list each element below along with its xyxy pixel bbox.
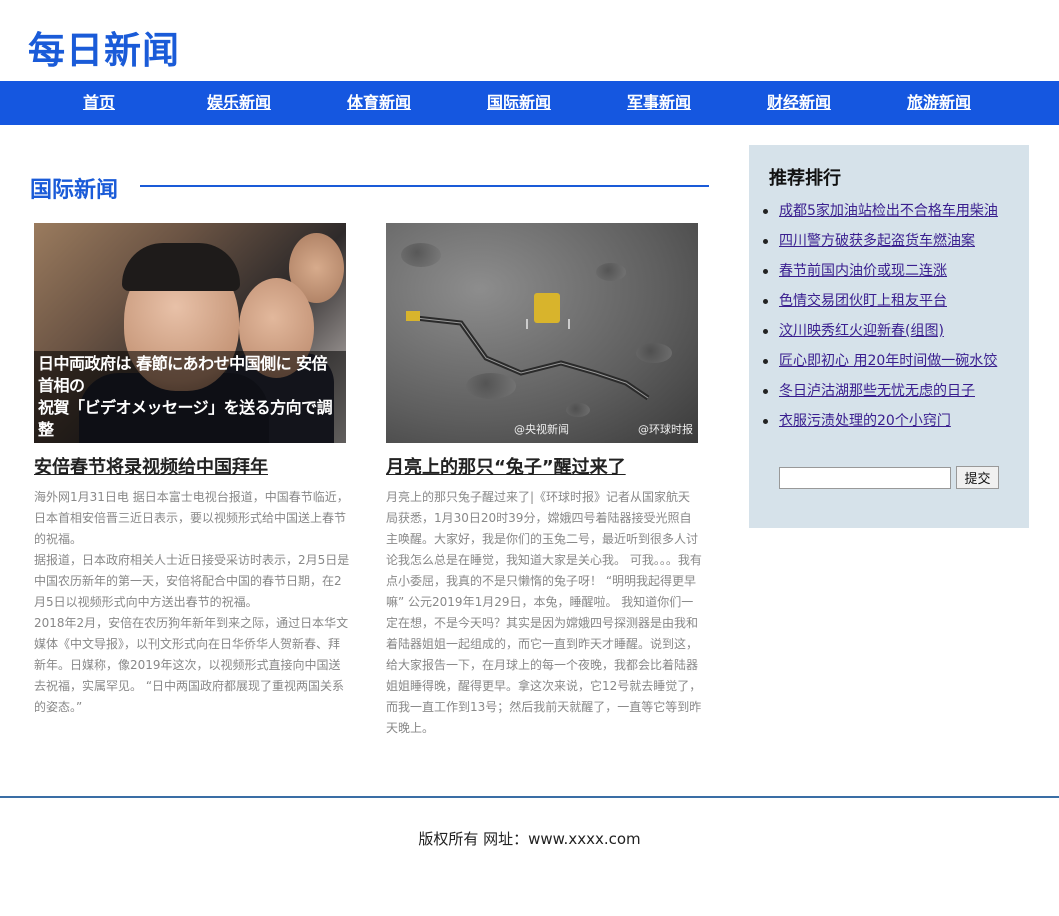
sidebar-title: 推荐排行 [769, 168, 841, 189]
ranking-link[interactable]: 衣服污渍处理的20个小窍门 [779, 413, 951, 429]
article-body: 月亮上的那只兔子醒过来了|《环球时报》记者从国家航天局获悉，1月30日20时39… [386, 487, 702, 739]
rover-icon [406, 311, 420, 321]
article-paragraph: 海外网1月31日电 据日本富士电视台报道，中国春节临近，日本首相安倍晋三近日表示… [34, 490, 349, 546]
article-headline[interactable]: 安倍春节将录视频给中国拜年 [34, 453, 350, 479]
article-image[interactable]: @央视新闻 @环球时报 [386, 223, 698, 443]
nav-item-entertainment[interactable]: 娱乐新闻 [169, 81, 309, 125]
ranking-link[interactable]: 四川警方破获多起盗货车燃油案 [779, 233, 975, 249]
ranking-item: 冬日泸沽湖那些无忧无虑的日子 [761, 381, 1021, 411]
ranking-link[interactable]: 冬日泸沽湖那些无忧无虑的日子 [779, 383, 975, 399]
section-divider [140, 185, 709, 187]
image-watermark: @央视新闻 [514, 423, 569, 436]
ranking-item: 成都5家加油站检出不合格车用柴油 [761, 201, 1021, 231]
footer-divider [0, 796, 1059, 798]
section-title: 国际新闻 [30, 178, 119, 203]
ranking-list: 成都5家加油站检出不合格车用柴油 四川警方破获多起盗货车燃油案 春节前国内油价或… [761, 201, 1021, 441]
rover-track-icon [415, 315, 650, 401]
footer-copyright: 版权所有 网址：www.xxxx.com [418, 830, 641, 848]
image-caption-line: 日中両政府は 春節にあわせ中国側に 安倍首相の [38, 354, 328, 395]
ranking-item: 匠心即初心 用20年时间做一碗水饺 [761, 351, 1021, 381]
image-watermark: @环球时报 [638, 423, 693, 436]
site-title: 每日新闻 [28, 29, 180, 72]
image-caption-line: 祝賀「ビデオメッセージ」を送る方向で調整 [38, 398, 333, 439]
nav-item-military[interactable]: 军事新闻 [589, 81, 729, 125]
search-input[interactable] [779, 467, 951, 489]
article-paragraph: 月亮上的那只兔子醒过来了|《环球时报》记者从国家航天局获悉，1月30日20时39… [386, 490, 702, 735]
article-body: 海外网1月31日电 据日本富士电视台报道，中国春节临近，日本首相安倍晋三近日表示… [34, 487, 350, 718]
main-navbar: 首页 娱乐新闻 体育新闻 国际新闻 军事新闻 财经新闻 旅游新闻 [0, 81, 1059, 125]
nav-item-international[interactable]: 国际新闻 [449, 81, 589, 125]
nav-item-finance[interactable]: 财经新闻 [729, 81, 869, 125]
image-caption: 日中両政府は 春節にあわせ中国側に 安倍首相の 祝賀「ビデオメッセージ」を送る方… [34, 351, 346, 443]
ranking-item: 春节前国内油价或现二连涨 [761, 261, 1021, 291]
lander-icon [534, 293, 560, 323]
ranking-link[interactable]: 成都5家加油站检出不合格车用柴油 [779, 203, 998, 219]
article-headline[interactable]: 月亮上的那只“兔子”醒过来了 [386, 453, 702, 479]
sidebar-ranking: 推荐排行 成都5家加油站检出不合格车用柴油 四川警方破获多起盗货车燃油案 春节前… [749, 145, 1029, 528]
nav-item-sports[interactable]: 体育新闻 [309, 81, 449, 125]
nav-item-home[interactable]: 首页 [29, 81, 169, 125]
article-image[interactable]: 日中両政府は 春節にあわせ中国側に 安倍首相の 祝賀「ビデオメッセージ」を送る方… [34, 223, 346, 443]
submit-button[interactable]: 提交 [956, 466, 999, 489]
ranking-link[interactable]: 汶川映秀红火迎新春(组图) [779, 323, 944, 339]
ranking-item: 色情交易团伙盯上租友平台 [761, 291, 1021, 321]
ranking-item: 衣服污渍处理的20个小窍门 [761, 411, 1021, 441]
ranking-item: 四川警方破获多起盗货车燃油案 [761, 231, 1021, 261]
ranking-link[interactable]: 匠心即初心 用20年时间做一碗水饺 [779, 353, 997, 369]
article-card: @央视新闻 @环球时报 月亮上的那只“兔子”醒过来了 月亮上的那只兔子醒过来了|… [386, 223, 702, 739]
article-card: 日中両政府は 春節にあわせ中国側に 安倍首相の 祝賀「ビデオメッセージ」を送る方… [34, 223, 350, 718]
ranking-link[interactable]: 春节前国内油价或现二连涨 [779, 263, 947, 279]
ranking-link[interactable]: 色情交易团伙盯上租友平台 [779, 293, 947, 309]
article-paragraph: 据报道，日本政府相关人士近日接受采访时表示，2月5日是中国农历新年的第一天，安倍… [34, 553, 350, 609]
article-paragraph: 2018年2月，安倍在农历狗年新年到来之际，通过日本华文媒体《中文导报》，以刊文… [34, 616, 349, 714]
ranking-item: 汶川映秀红火迎新春(组图) [761, 321, 1021, 351]
nav-item-travel[interactable]: 旅游新闻 [869, 81, 1009, 125]
